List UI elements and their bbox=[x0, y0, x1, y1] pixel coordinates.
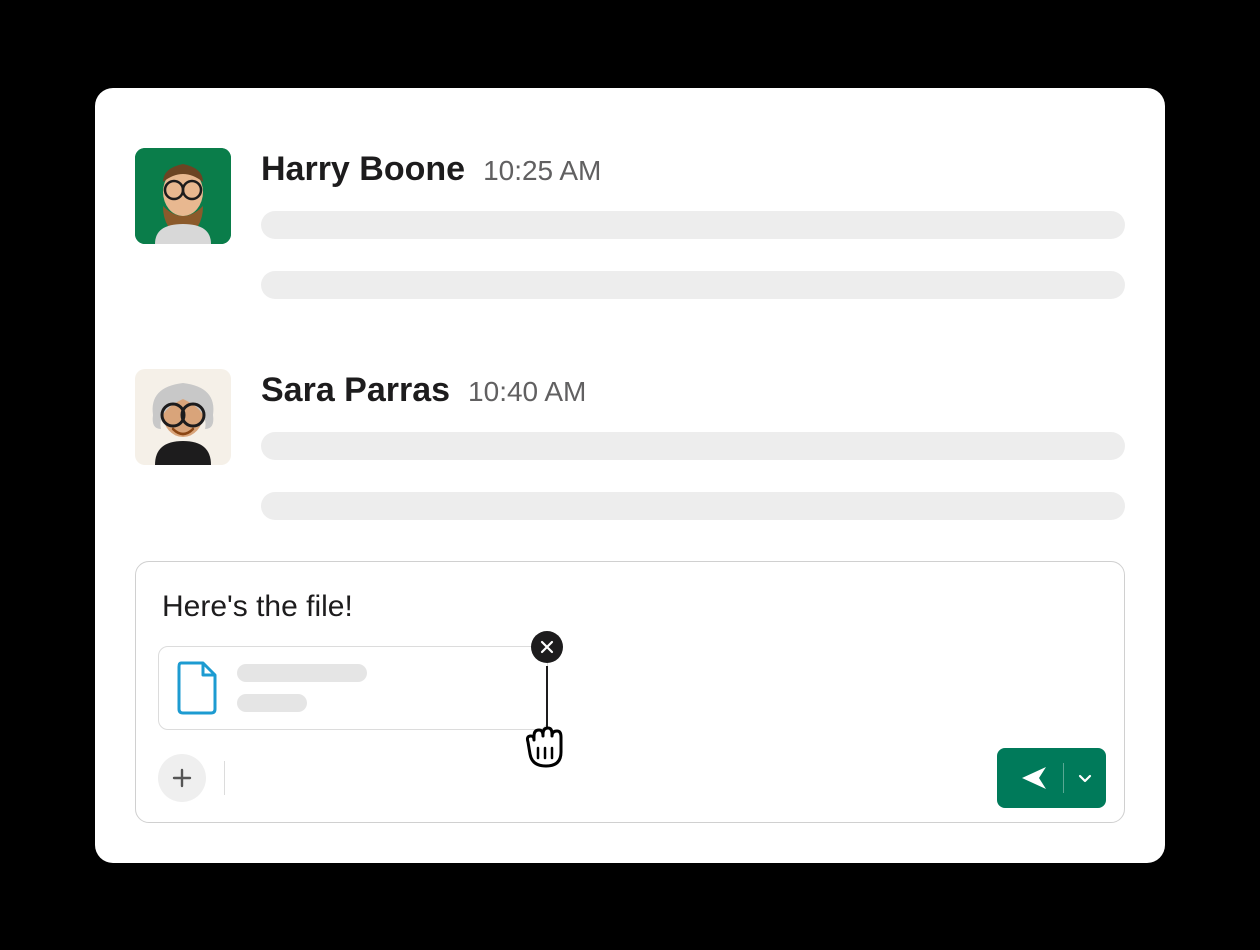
message-header: Harry Boone 10:25 AM bbox=[261, 150, 1125, 189]
add-attachment-button[interactable] bbox=[158, 754, 206, 802]
message-timestamp: 10:25 AM bbox=[483, 155, 601, 187]
toolbar-divider bbox=[224, 761, 225, 795]
send-button[interactable] bbox=[997, 748, 1106, 808]
file-icon bbox=[175, 661, 219, 715]
avatar-illustration bbox=[135, 369, 231, 465]
close-icon bbox=[540, 640, 554, 654]
chat-card: Harry Boone 10:25 AM Sara Parras 10:40 A… bbox=[95, 88, 1165, 863]
toolbar-left bbox=[158, 754, 225, 802]
message-text-placeholder bbox=[261, 271, 1125, 299]
send-divider bbox=[1063, 763, 1064, 793]
message: Harry Boone 10:25 AM bbox=[135, 148, 1125, 331]
remove-attachment-button[interactable] bbox=[531, 631, 563, 663]
message-timestamp: 10:40 AM bbox=[468, 376, 586, 408]
message-text-placeholder bbox=[261, 492, 1125, 520]
message-body: Sara Parras 10:40 AM bbox=[261, 369, 1125, 552]
chevron-down-icon[interactable] bbox=[1078, 771, 1092, 785]
message-author[interactable]: Harry Boone bbox=[261, 150, 465, 189]
message-header: Sara Parras 10:40 AM bbox=[261, 371, 1125, 410]
attachment-name-placeholder bbox=[237, 664, 367, 682]
send-icon bbox=[1019, 763, 1049, 793]
composer-input-text[interactable]: Here's the file! bbox=[158, 590, 1106, 624]
message-body: Harry Boone 10:25 AM bbox=[261, 148, 1125, 331]
avatar[interactable] bbox=[135, 369, 231, 465]
message-text-placeholder bbox=[261, 211, 1125, 239]
plus-icon bbox=[171, 767, 193, 789]
attachment-size-placeholder bbox=[237, 694, 307, 712]
avatar-illustration bbox=[135, 148, 231, 244]
file-attachment[interactable] bbox=[158, 646, 548, 730]
message-author[interactable]: Sara Parras bbox=[261, 371, 450, 410]
message-text-placeholder bbox=[261, 432, 1125, 460]
attachment-meta bbox=[237, 664, 531, 712]
avatar[interactable] bbox=[135, 148, 231, 244]
message-composer[interactable]: Here's the file! bbox=[135, 561, 1125, 823]
composer-toolbar bbox=[158, 748, 1106, 808]
message: Sara Parras 10:40 AM bbox=[135, 369, 1125, 552]
